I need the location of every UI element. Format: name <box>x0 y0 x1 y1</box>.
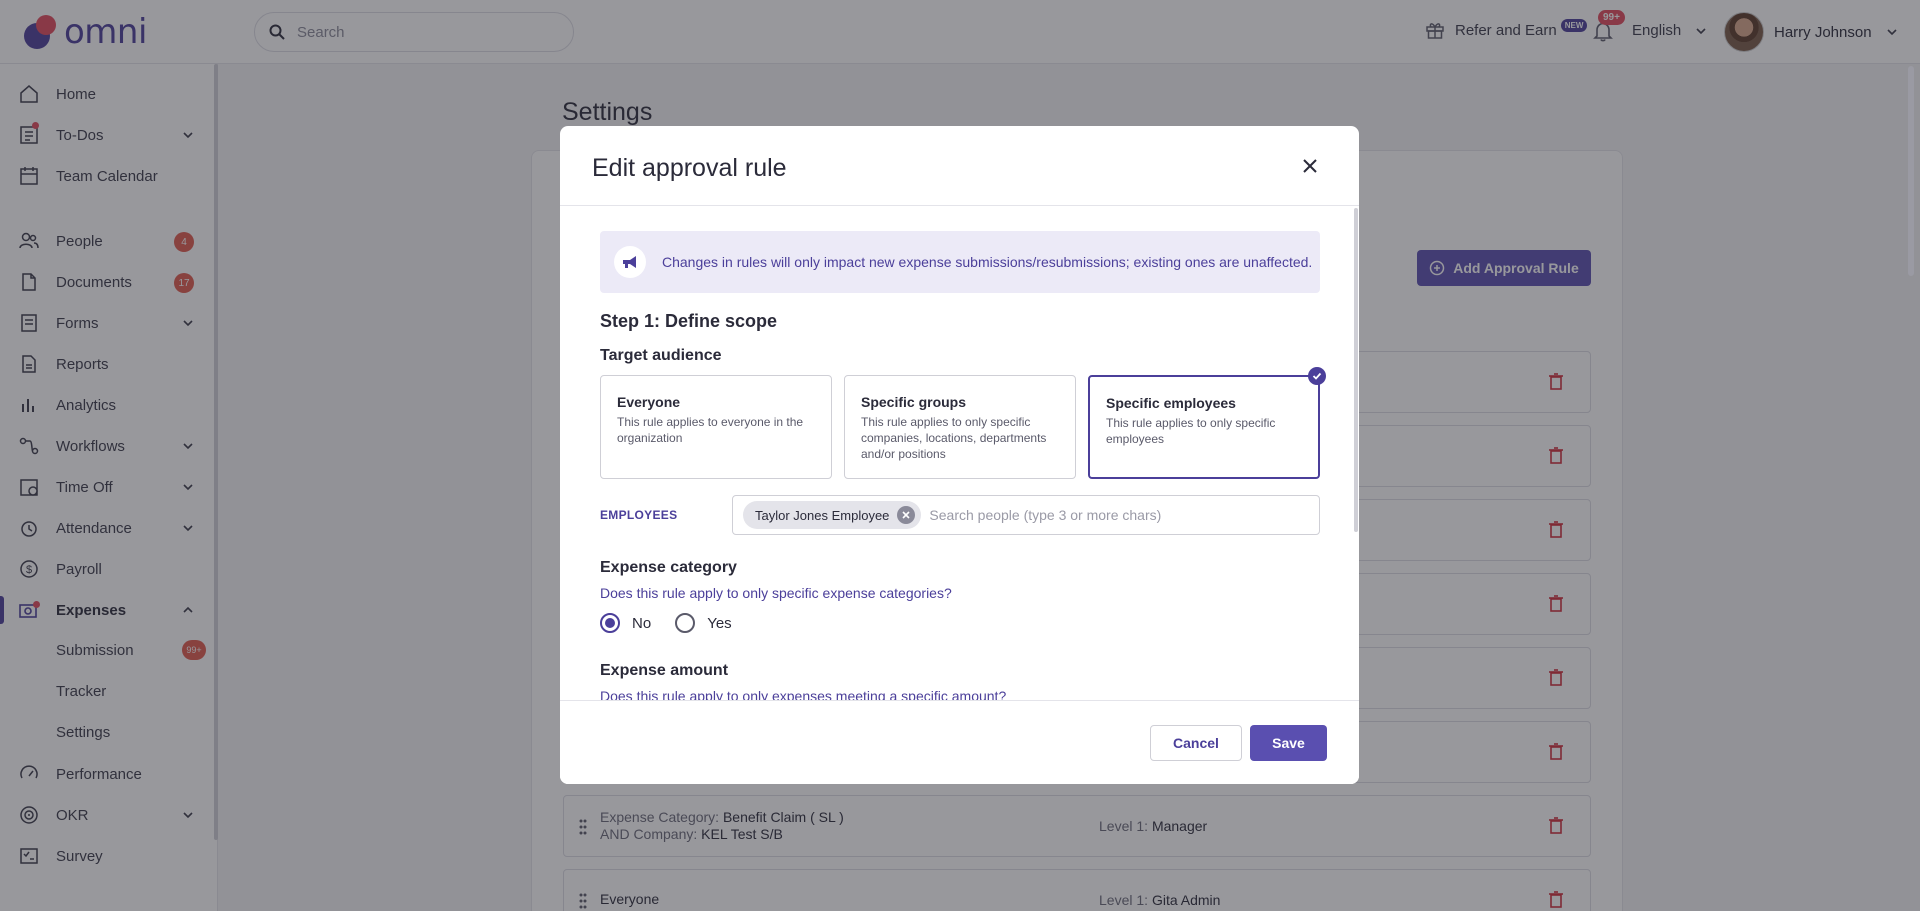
employees-label: EMPLOYEES <box>600 508 678 522</box>
dialog-footer: Cancel Save <box>560 700 1359 784</box>
option-description: This rule applies to only specific emplo… <box>1106 416 1276 446</box>
expense-amount-label: Expense amount <box>600 662 729 679</box>
option-specific-groups[interactable]: Specific groups This rule applies to onl… <box>844 375 1076 479</box>
option-description: This rule applies to only specific compa… <box>861 415 1047 461</box>
option-everyone[interactable]: Everyone This rule applies to everyone i… <box>600 375 832 479</box>
radio-yes[interactable] <box>675 613 696 633</box>
megaphone-icon <box>614 246 646 278</box>
target-audience-label: Target audience <box>600 347 722 364</box>
option-specific-employees[interactable]: Specific employees This rule applies to … <box>1088 375 1320 479</box>
employee-chip-label: Taylor Jones Employee <box>755 507 890 523</box>
dialog-body: Changes in rules will only impact new ex… <box>560 207 1359 700</box>
dialog-title: Edit approval rule <box>592 154 787 182</box>
expense-category-question: Does this rule apply to only specific ex… <box>600 585 952 601</box>
edit-approval-rule-dialog: Edit approval rule Changes in rules will… <box>560 126 1359 784</box>
radio-no-label: No <box>632 614 652 632</box>
dialog-scrollbar[interactable] <box>1354 208 1358 532</box>
employee-chip: Taylor Jones Employee <box>743 501 922 529</box>
radio-yes-label: Yes <box>707 614 732 632</box>
option-title: Specific groups <box>861 394 967 410</box>
page-scrollbar[interactable] <box>1908 66 1914 276</box>
remove-chip-icon[interactable] <box>897 506 916 524</box>
step-title: Step 1: Define scope <box>600 311 778 331</box>
expense-category-radio-group: No Yes <box>600 613 756 633</box>
check-icon <box>1308 367 1326 385</box>
cancel-button[interactable]: Cancel <box>1150 725 1242 761</box>
option-title: Specific employees <box>1106 395 1236 411</box>
radio-no[interactable] <box>600 613 620 633</box>
employee-search-input[interactable]: Taylor Jones Employee Search people (typ… <box>732 495 1320 535</box>
dialog-header: Edit approval rule <box>560 126 1359 206</box>
expense-amount-question: Does this rule apply to only expenses me… <box>600 688 1007 700</box>
employee-search-placeholder: Search people (type 3 or more chars) <box>929 507 1162 523</box>
info-text: Changes in rules will only impact new ex… <box>662 254 1313 270</box>
option-description: This rule applies to everyone in the org… <box>617 415 804 445</box>
save-button[interactable]: Save <box>1250 725 1327 761</box>
option-title: Everyone <box>617 394 681 410</box>
expense-category-label: Expense category <box>600 559 737 576</box>
info-banner: Changes in rules will only impact new ex… <box>600 231 1320 293</box>
close-icon[interactable] <box>1300 156 1320 176</box>
